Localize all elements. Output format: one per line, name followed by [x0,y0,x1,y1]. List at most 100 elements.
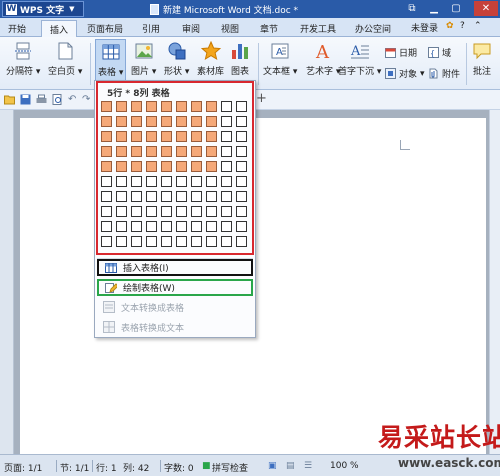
table-grid-cell[interactable] [146,191,157,202]
table-grid-cell[interactable] [161,191,172,202]
table-grid-cell[interactable] [236,206,247,217]
table-grid-cell[interactable] [116,236,127,247]
zoom-level[interactable]: 100 % [330,461,359,471]
table-grid-cell-selected[interactable] [176,146,187,157]
chart-button[interactable]: 图表 [230,41,250,77]
table-grid-cell[interactable] [236,176,247,187]
print-preview-icon[interactable] [52,94,63,105]
table-grid-cell[interactable] [101,206,112,217]
table-grid-cell[interactable] [191,191,202,202]
save-icon[interactable] [20,94,31,105]
print-icon[interactable] [36,94,47,105]
table-grid-cell-selected[interactable] [146,146,157,157]
table-grid-cell[interactable] [236,161,247,172]
table-grid-cell[interactable] [236,101,247,112]
table-grid-cell[interactable] [221,116,232,127]
table-grid-cell-selected[interactable] [206,101,217,112]
table-grid-cell[interactable] [176,221,187,232]
page-view-icon[interactable]: ▣ [268,461,277,471]
outline-view-icon[interactable]: ☰ [304,461,312,471]
table-grid-cell[interactable] [191,206,202,217]
shape-button[interactable]: 形状 ▾ [164,41,189,77]
table-grid-cell[interactable] [146,176,157,187]
table-grid-cell[interactable] [221,131,232,142]
minimize-icon[interactable]: ▁ [424,1,444,16]
table-grid-cell-selected[interactable] [131,146,142,157]
object-button[interactable]: 对象 ▾ [385,67,425,80]
table-grid-cell[interactable] [176,176,187,187]
table-grid-cell[interactable] [191,221,202,232]
table-grid-cell[interactable] [131,191,142,202]
table-grid-cell-selected[interactable] [131,101,142,112]
table-grid-cell-selected[interactable] [146,101,157,112]
maximize-icon[interactable]: ▢ [446,1,466,16]
table-grid-cell-selected[interactable] [176,131,187,142]
table-grid-cell[interactable] [161,221,172,232]
table-grid-cell-selected[interactable] [146,131,157,142]
status-wordcount[interactable]: 字数: 0 [164,461,194,474]
table-grid-cell[interactable] [221,221,232,232]
table-grid-cell[interactable] [221,161,232,172]
app-menu-button[interactable]: W WPS 文字 ▼ [2,1,84,17]
table-grid-cell-selected[interactable] [206,131,217,142]
table-grid-cell[interactable] [206,176,217,187]
new-tab-icon[interactable]: + [256,91,267,106]
collapse-ribbon-icon[interactable]: ⌃ [474,21,482,31]
web-view-icon[interactable]: ▤ [286,461,295,471]
table-grid-cell[interactable] [221,146,232,157]
table-grid-cell[interactable] [161,176,172,187]
table-grid-cell-selected[interactable] [176,116,187,127]
table-grid-cell[interactable] [116,176,127,187]
table-grid-cell-selected[interactable] [131,131,142,142]
table-to-text-menu-item[interactable]: 表格转换成文本 [97,318,253,336]
table-grid-cell[interactable] [236,146,247,157]
tab-review[interactable]: 审阅 [182,22,200,35]
table-grid-cell-selected[interactable] [131,116,142,127]
table-grid-cell-selected[interactable] [101,146,112,157]
draw-table-menu-item[interactable]: 绘制表格(W) [97,279,253,296]
open-folder-icon[interactable] [4,94,15,105]
status-spellcheck[interactable]: 拼写检查 [212,461,248,474]
table-grid-cell-selected[interactable] [206,116,217,127]
table-grid-cell-selected[interactable] [116,101,127,112]
tab-page-layout[interactable]: 页面布局 [87,22,123,35]
vertical-scrollbar[interactable] [489,110,500,454]
table-grid-cell-selected[interactable] [146,116,157,127]
table-grid-cell[interactable] [236,236,247,247]
table-grid-cell[interactable] [221,176,232,187]
dropcap-button[interactable]: A 首字下沉 ▾ [338,41,381,77]
skin-icon[interactable]: ✿ [446,21,454,31]
wordart-button[interactable]: A 艺术字 ▾ [306,41,340,77]
table-grid-cell[interactable] [191,176,202,187]
table-grid-cell-selected[interactable] [161,146,172,157]
table-grid-cell[interactable] [146,221,157,232]
table-grid-cell-selected[interactable] [146,161,157,172]
table-grid-cell[interactable] [116,191,127,202]
insert-table-menu-item[interactable]: 插入表格(I) [97,259,253,276]
restore-icon[interactable]: ⧉ [402,1,422,16]
table-grid-cell-selected[interactable] [101,101,112,112]
table-grid-cell[interactable] [221,236,232,247]
table-grid-cell-selected[interactable] [161,131,172,142]
table-grid-cell[interactable] [236,116,247,127]
table-grid-cell[interactable] [161,236,172,247]
table-grid-cell-selected[interactable] [116,131,127,142]
table-grid-cell-selected[interactable] [161,101,172,112]
table-grid-cell[interactable] [101,221,112,232]
table-grid-cell[interactable] [131,176,142,187]
table-grid-cell[interactable] [236,221,247,232]
table-grid-cell[interactable] [131,206,142,217]
table-grid-cell[interactable] [221,101,232,112]
help-icon[interactable]: ? [460,21,465,31]
table-grid-cell-selected[interactable] [191,116,202,127]
table-grid-cell[interactable] [176,236,187,247]
field-button[interactable]: { } 域 [428,46,451,59]
page-break-button[interactable]: 分隔符 ▾ [6,41,40,77]
table-grid-cell[interactable] [191,236,202,247]
table-grid-cell-selected[interactable] [176,161,187,172]
table-grid-cell[interactable] [131,236,142,247]
picture-button[interactable]: 图片 ▾ [131,41,156,77]
table-grid-cell[interactable] [131,221,142,232]
material-library-button[interactable]: 素材库 [197,41,224,77]
table-grid-cell-selected[interactable] [191,131,202,142]
